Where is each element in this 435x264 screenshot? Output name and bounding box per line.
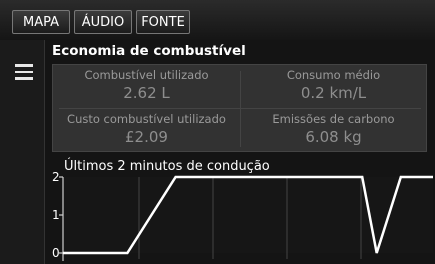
fuel-economy-panel: Economia de combustível Combustível util… (45, 40, 435, 264)
driving-chart: 0 1 2 (52, 170, 434, 261)
tab-audio[interactable]: ÁUDIO (74, 10, 132, 34)
plot-area (63, 177, 433, 253)
tab-mapa[interactable]: MAPA (12, 10, 70, 34)
y-tick-label: 2 (52, 170, 60, 184)
top-tab-bar: MAPA ÁUDIO FONTE (0, 0, 435, 41)
menu-icon[interactable] (15, 64, 33, 80)
sidebar (0, 40, 45, 264)
y-tick-label: 1 (52, 208, 60, 222)
y-tick-label: 0 (52, 246, 60, 260)
tab-fonte[interactable]: FONTE (136, 10, 190, 34)
